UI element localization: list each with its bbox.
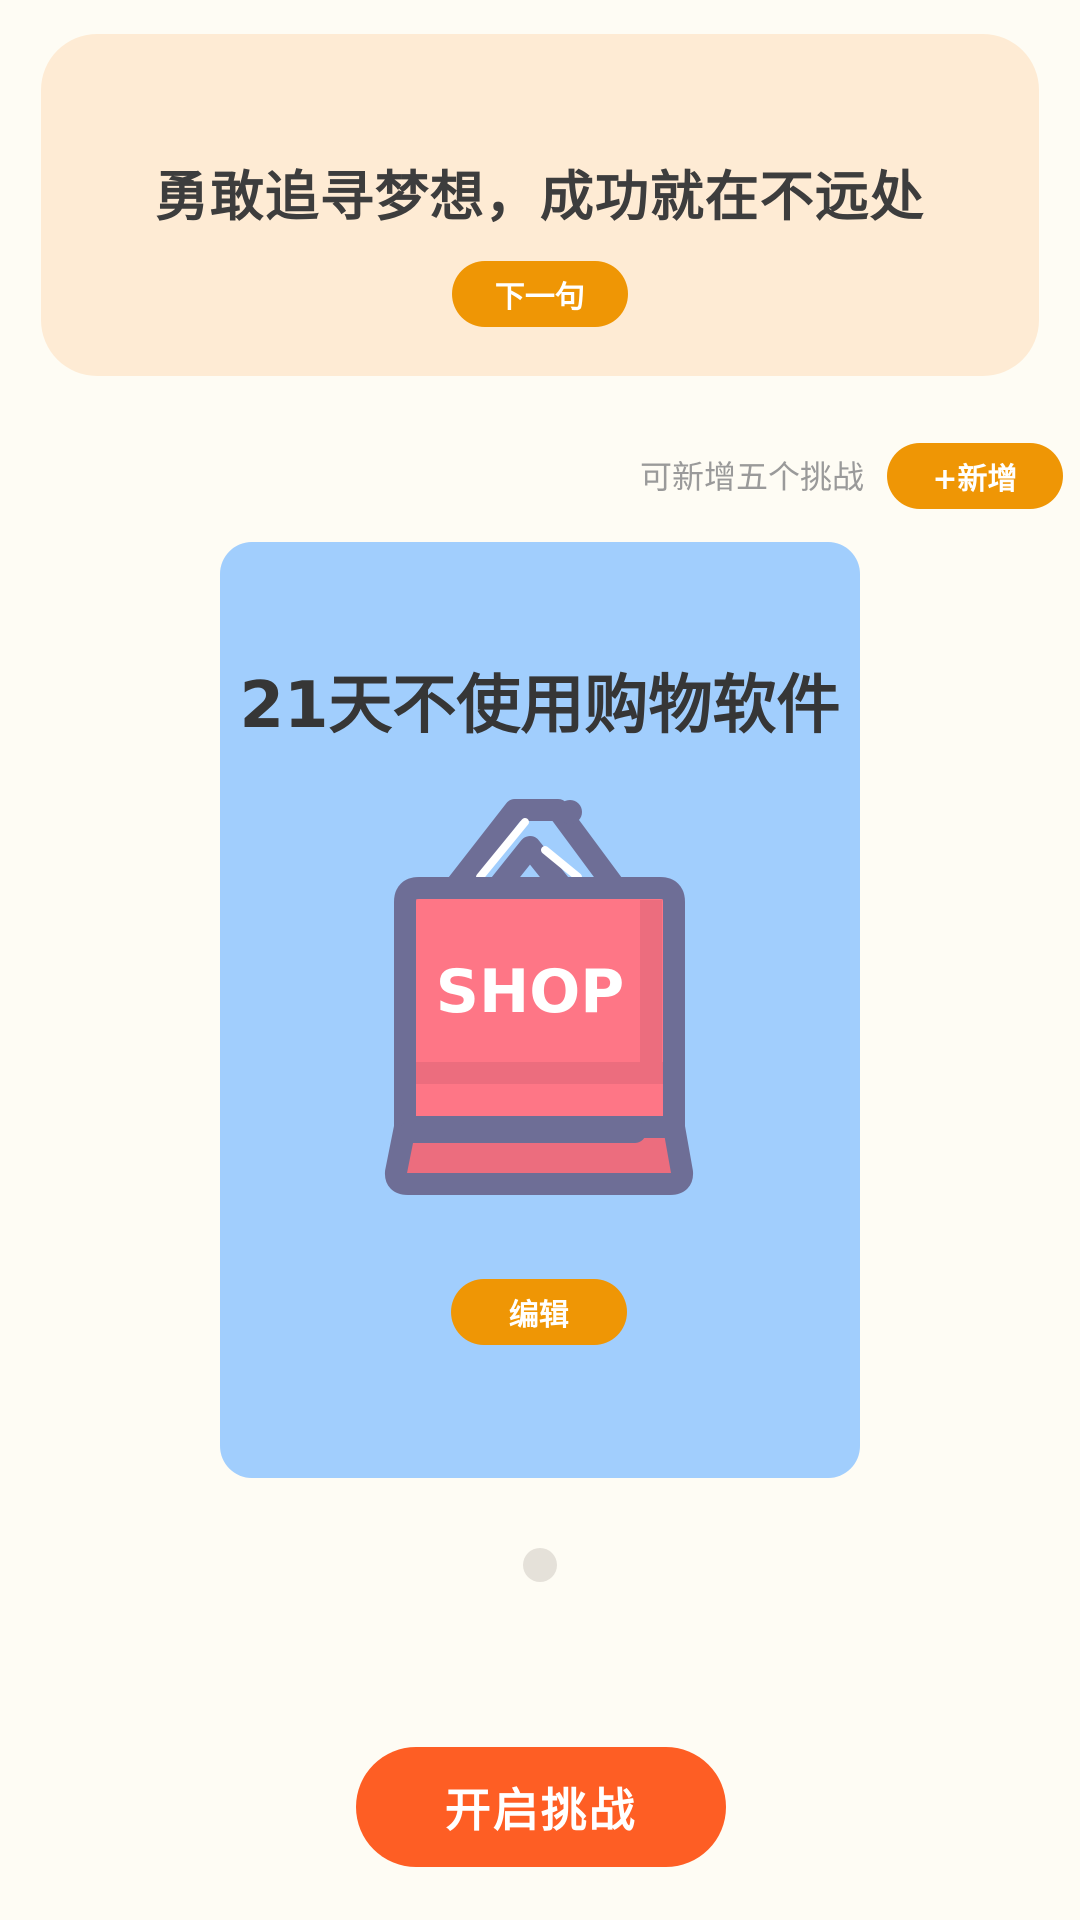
start-challenge-button[interactable]: 开启挑战 xyxy=(356,1747,726,1867)
add-challenge-button[interactable]: +新增 xyxy=(887,443,1063,509)
quote-card: 勇敢追寻梦想，成功就在不远处 下一句 xyxy=(41,34,1039,376)
challenge-title: 21天不使用购物软件 xyxy=(239,669,841,743)
edit-challenge-button[interactable]: 编辑 xyxy=(451,1279,627,1345)
page-indicator-dot[interactable] xyxy=(523,1548,557,1582)
challenge-card[interactable]: 21天不使用购物软件 SHOP 编辑 xyxy=(220,542,860,1478)
shopping-bag-icon: SHOP xyxy=(384,799,694,1195)
next-quote-button[interactable]: 下一句 xyxy=(452,261,628,327)
shop-label: SHOP xyxy=(436,957,624,1027)
quote-text: 勇敢追寻梦想，成功就在不远处 xyxy=(155,165,925,228)
remaining-challenges-text: 可新增五个挑战 xyxy=(639,458,864,496)
